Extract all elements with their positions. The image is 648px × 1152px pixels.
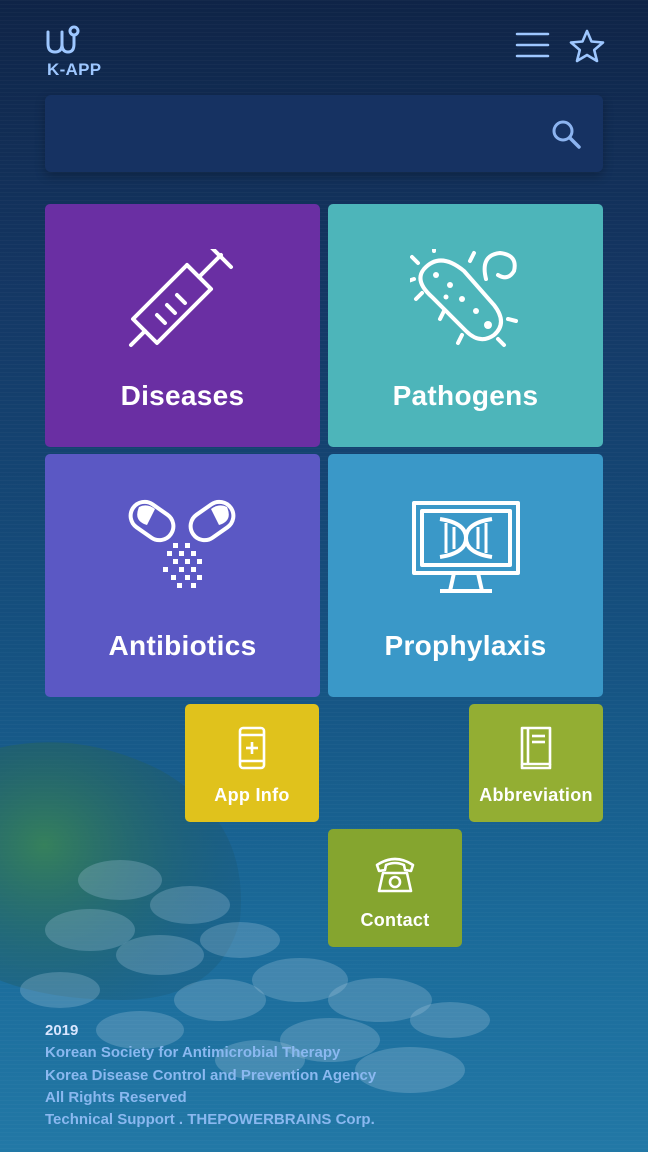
tile-antibiotics[interactable]: Antibiotics: [45, 454, 320, 697]
tile-pathogens[interactable]: Pathogens: [328, 204, 603, 447]
tile-prophylaxis-label: Prophylaxis: [384, 630, 547, 661]
syringe-icon: [129, 249, 233, 347]
footer: 2019 Korean Society for Antimicrobial Th…: [45, 1020, 376, 1131]
footer-line-3: All Rights Reserved: [45, 1088, 187, 1106]
footer-line-2: Korea Disease Control and Prevention Age…: [45, 1066, 377, 1084]
tile-app-info[interactable]: App Info: [185, 704, 319, 822]
bacteria-icon: [410, 249, 518, 347]
stethoscope-icon: [46, 25, 80, 54]
search-input[interactable]: [63, 115, 543, 153]
tile-abbreviation-label: Abbreviation: [479, 785, 593, 805]
tile-app-info-label: App Info: [214, 785, 290, 805]
star-icon: [569, 29, 605, 63]
footer-line-4: Technical Support . THEPOWERBRAINS Corp.: [45, 1111, 375, 1129]
tile-abbreviation[interactable]: Abbreviation: [469, 704, 603, 822]
tile-pathogens-label: Pathogens: [392, 380, 539, 411]
tile-diseases-label: Diseases: [120, 380, 245, 411]
app-logo-text: K-APP: [47, 60, 102, 79]
tile-contact-label: Contact: [360, 910, 430, 930]
footer-year: 2019: [45, 1022, 79, 1039]
pills-icon: [128, 499, 236, 588]
tile-prophylaxis[interactable]: Prophylaxis: [328, 454, 603, 697]
search-bar: [45, 95, 603, 172]
menu-button[interactable]: [514, 30, 552, 62]
footer-line-1: Korean Society for Antimicrobial Therapy: [45, 1044, 341, 1062]
dna-monitor-icon: [412, 501, 520, 593]
phone-icon: [238, 726, 266, 770]
tile-antibiotics-label: Antibiotics: [108, 630, 257, 661]
favorites-button[interactable]: [568, 28, 606, 64]
book-icon: [520, 726, 552, 770]
telephone-icon: [375, 857, 415, 893]
tile-diseases[interactable]: Diseases: [45, 204, 320, 447]
hamburger-menu-icon: [515, 32, 550, 58]
app-logo[interactable]: K-APP: [44, 22, 114, 79]
search-icon[interactable]: [550, 118, 582, 150]
tile-contact[interactable]: Contact: [328, 829, 462, 947]
